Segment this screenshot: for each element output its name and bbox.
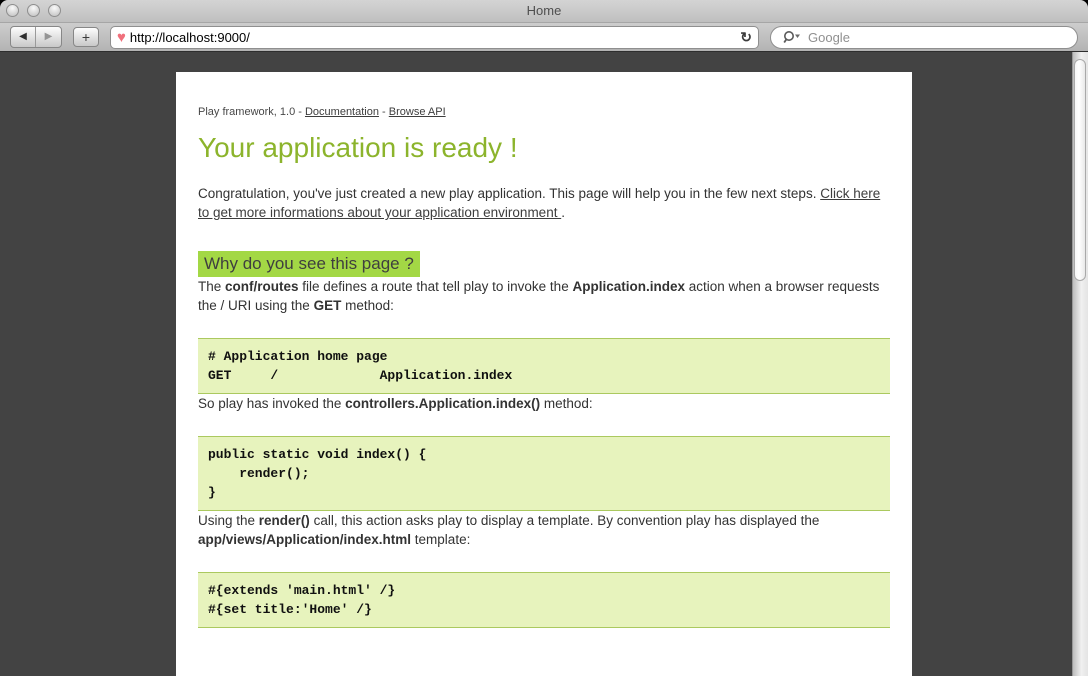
play-welcome-page: Play framework, 1.0 - Documentation - Br… bbox=[176, 72, 912, 676]
intro-paragraph[interactable]: Congratulation, you've just created a ne… bbox=[198, 184, 890, 222]
browser-toolbar: ◀ ▶ + ♥ ↻ bbox=[0, 23, 1088, 52]
action-code-block: public static void index() { render(); } bbox=[198, 436, 890, 511]
favicon-heart-icon: ♥ bbox=[117, 30, 126, 45]
scrollbar-thumb[interactable] bbox=[1074, 59, 1086, 281]
url-input[interactable] bbox=[130, 30, 736, 45]
reload-icon[interactable]: ↻ bbox=[740, 29, 752, 46]
section-heading: Why do you see this page ? bbox=[198, 251, 420, 277]
window-title: Home bbox=[0, 0, 1088, 22]
page-title: Your application is ready ! bbox=[198, 132, 890, 164]
search-field[interactable] bbox=[770, 26, 1078, 49]
vertical-scrollbar[interactable] bbox=[1072, 52, 1088, 676]
routes-paragraph: The conf/routes file defines a route tha… bbox=[198, 277, 890, 315]
back-button[interactable]: ◀ bbox=[11, 27, 36, 47]
forward-button[interactable]: ▶ bbox=[36, 27, 61, 47]
text-link[interactable]: Documentation bbox=[305, 106, 379, 118]
nav-buttons: ◀ ▶ bbox=[10, 26, 62, 48]
search-input[interactable] bbox=[806, 29, 1067, 46]
search-magnifier-icon[interactable] bbox=[781, 30, 801, 44]
title-bar[interactable]: Home bbox=[0, 0, 1088, 23]
browser-window: Home ◀ ▶ + ♥ ↻ Play framework, 1.0 - bbox=[0, 0, 1088, 676]
invoke-paragraph: So play has invoked the controllers.Appl… bbox=[198, 394, 890, 413]
template-code-block: #{extends 'main.html' /} #{set title:'Ho… bbox=[198, 572, 890, 628]
address-bar[interactable]: ♥ ↻ bbox=[110, 26, 759, 49]
page-viewport: Play framework, 1.0 - Documentation - Br… bbox=[0, 52, 1088, 676]
new-tab-button[interactable]: + bbox=[73, 27, 99, 47]
text-link[interactable]: Browse API bbox=[389, 106, 446, 118]
template-paragraph: Using the render() call, this action ask… bbox=[198, 511, 890, 549]
routes-code-block: # Application home page GET / Applicatio… bbox=[198, 338, 890, 394]
breadcrumb[interactable]: Play framework, 1.0 - Documentation - Br… bbox=[198, 106, 890, 118]
